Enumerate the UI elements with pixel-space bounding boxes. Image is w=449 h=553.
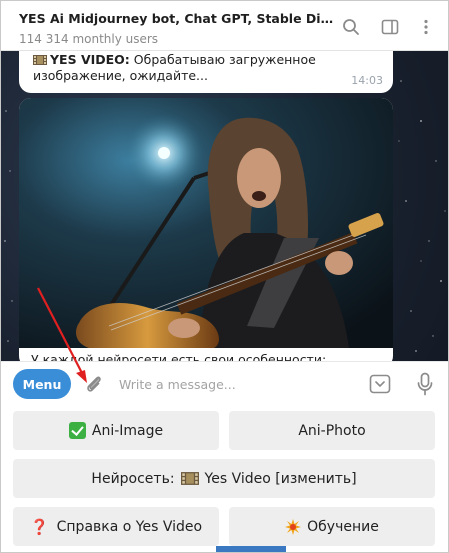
key-ani-image[interactable]: Ani-Image <box>13 411 219 450</box>
key-help-yes-video[interactable]: ❓ Справка о Yes Video <box>13 507 219 546</box>
chat-subtitle: 114 314 monthly users <box>19 32 159 46</box>
more-vertical-icon[interactable] <box>417 18 435 36</box>
photo-caption: У каждой нейросети есть свои особенности… <box>31 352 327 361</box>
film-frames-icon <box>180 472 199 485</box>
message-line-1: YES VIDEO: Обрабатываю загруженное <box>33 52 316 67</box>
key-ani-photo-label: Ani-Photo <box>298 422 366 439</box>
microphone-icon[interactable] <box>416 372 434 396</box>
generated-photo-guitarist[interactable] <box>19 98 393 348</box>
message-photo-card[interactable]: У каждой нейросети есть свои особенности… <box>19 98 393 361</box>
message-sender: YES VIDEO: <box>50 52 130 67</box>
bot-reply-keyboard: Ani-Image Ani-Photo Нейросеть: Yes Video… <box>1 405 448 552</box>
message-input[interactable] <box>119 372 349 396</box>
telegram-window: YES Ai Midjourney bot, Chat GPT, Stable … <box>0 0 449 553</box>
key-tutorial[interactable]: Обучение <box>229 507 435 546</box>
message-time: 14:03 <box>351 74 383 87</box>
check-mark-icon <box>68 422 86 439</box>
question-mark-icon: ❓ <box>29 517 49 536</box>
key-network-select[interactable]: Нейросеть: Yes Video [изменить] <box>13 459 435 498</box>
key-help-label: Справка о Yes Video <box>56 518 203 535</box>
message-text-line2: изображение, ожидайте... <box>33 68 208 83</box>
bottom-overflow-element <box>216 546 286 552</box>
film-frames-icon <box>33 55 47 65</box>
chat-title[interactable]: YES Ai Midjourney bot, Chat GPT, Stable … <box>19 11 339 26</box>
menu-button[interactable]: Menu <box>13 369 71 399</box>
key-tutorial-label: Обучение <box>307 518 379 535</box>
message-text-line1: Обрабатываю загруженное <box>133 52 316 67</box>
message-bubble-status[interactable]: YES VIDEO: Обрабатываю загруженное изобр… <box>19 51 393 93</box>
paperclip-icon[interactable] <box>83 373 105 395</box>
bot-keyboard-toggle-icon[interactable] <box>369 373 391 395</box>
search-icon[interactable] <box>342 18 360 36</box>
key-ani-photo[interactable]: Ani-Photo <box>229 411 435 450</box>
key-ani-image-label: Ani-Image <box>91 422 164 439</box>
key-network-prefix: Нейросеть: <box>91 470 175 487</box>
chat-messages-area[interactable]: YES VIDEO: Обрабатываю загруженное изобр… <box>1 51 448 361</box>
key-network-suffix: Yes Video [изменить] <box>204 470 357 487</box>
composer-bar: Menu <box>1 361 448 405</box>
sidebar-toggle-icon[interactable] <box>381 18 399 36</box>
chat-header: YES Ai Midjourney bot, Chat GPT, Stable … <box>1 1 448 51</box>
collision-icon <box>285 518 302 535</box>
